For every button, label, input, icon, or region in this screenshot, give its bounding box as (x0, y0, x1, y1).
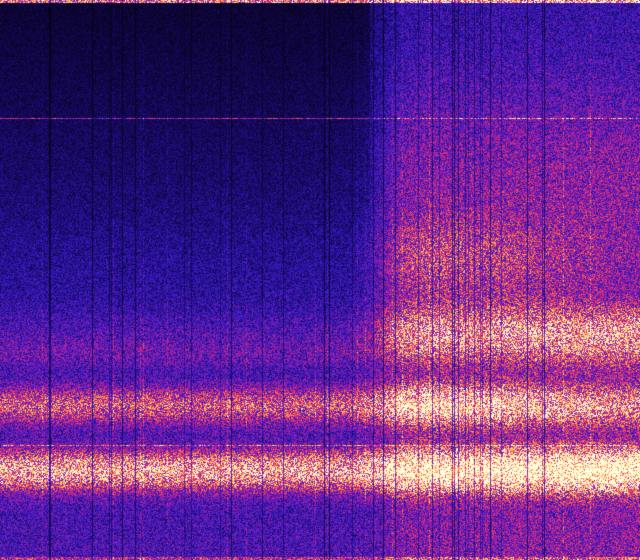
spectrogram-canvas (0, 0, 640, 560)
spectrogram-image (0, 0, 640, 560)
